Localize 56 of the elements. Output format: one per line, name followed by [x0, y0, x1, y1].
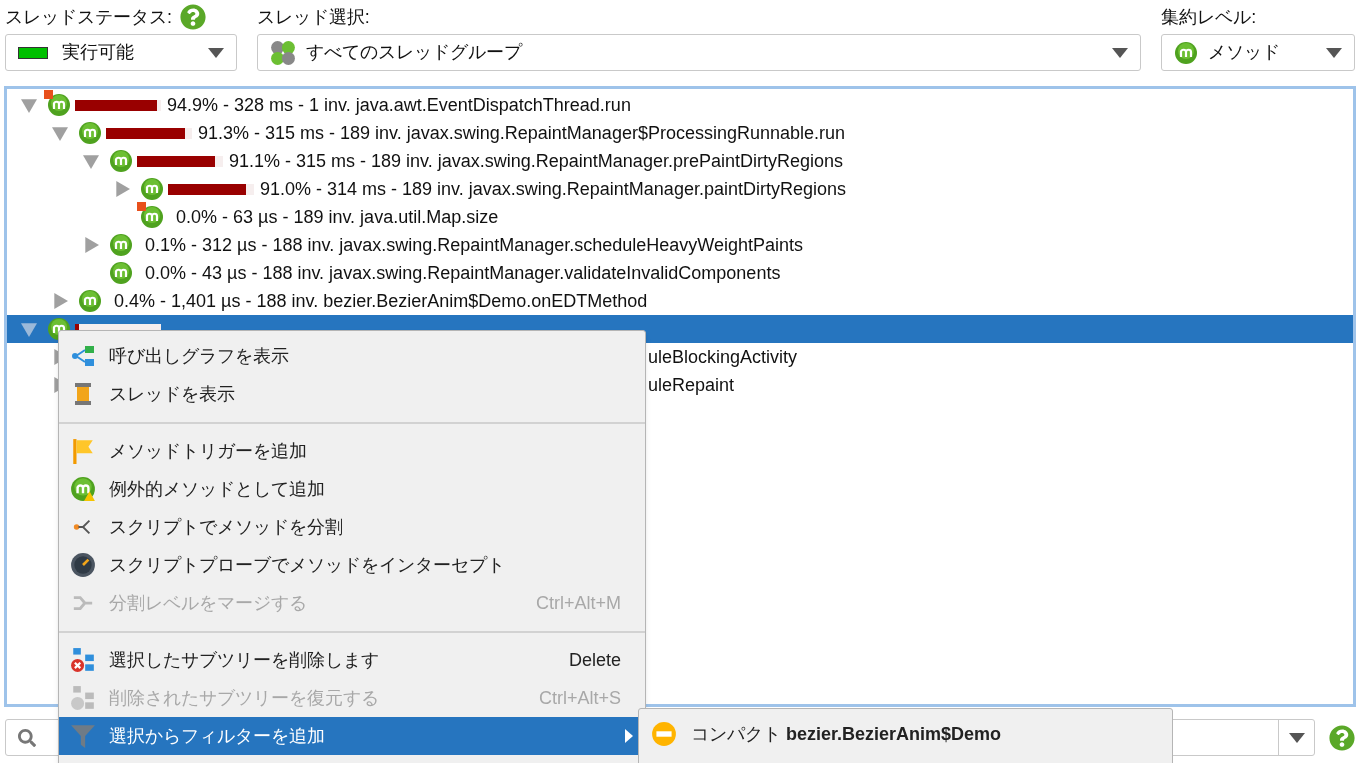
method-icon: [109, 149, 133, 173]
method-icon: [47, 93, 71, 117]
compact-icon: [651, 721, 677, 747]
collapse-arrow-icon[interactable]: [83, 153, 99, 169]
method-icon: [1174, 40, 1199, 65]
tree-row-text[interactable]: uleBlockingActivity: [648, 343, 798, 371]
help-icon[interactable]: [1329, 724, 1355, 751]
method-icon: [109, 233, 133, 257]
collapse-arrow-icon[interactable]: [21, 97, 37, 113]
menu-item[interactable]: スクリプトプローブでメソッドをインターセプト: [59, 546, 645, 584]
aggregation-level-dropdown[interactable]: メソッド: [1161, 34, 1355, 71]
expand-arrow-icon[interactable]: [52, 293, 68, 309]
caret-icon: [1288, 732, 1305, 743]
thread-status-dropdown[interactable]: 実行可能: [5, 34, 237, 71]
method-icon: [109, 261, 133, 285]
flag-icon: [70, 438, 96, 464]
method-icon: [78, 121, 102, 145]
restore-subtree-icon: [70, 685, 96, 711]
menu-item[interactable]: 呼び出しグラフを表示: [59, 337, 645, 375]
help-icon[interactable]: [180, 4, 206, 30]
thread-group-icon: [269, 39, 296, 66]
thread-selection-dropdown[interactable]: すべてのスレッドグループ: [256, 34, 1142, 71]
field-label: スレッドステータス:: [5, 5, 172, 29]
expand-arrow-icon[interactable]: [83, 237, 99, 253]
menu-item[interactable]: 例外的メソッドとして追加: [59, 470, 645, 508]
submenu-arrow-icon: [625, 729, 633, 743]
tree-row-text[interactable]: uleRepaint: [648, 371, 735, 399]
method-icon: [140, 205, 164, 229]
tree-row-text[interactable]: 0.0% - 43 µs - 188 inv. javax.swing.RepaintManager.validateInvalidComponents: [145, 259, 781, 287]
menu-item[interactable]: スレッドを表示: [59, 375, 645, 413]
method-icon: [78, 289, 102, 313]
delete-subtree-icon: [70, 647, 96, 673]
expand-arrow-icon[interactable]: [114, 181, 130, 197]
method-warning-icon: [70, 476, 96, 502]
tree-row-text[interactable]: 91.3% - 315 ms - 189 inv. javax.swing.RepaintManager$ProcessingRunnable.run: [198, 119, 846, 147]
menu-item[interactable]: メソッドトリガーを追加: [59, 432, 645, 470]
graph-icon: [70, 344, 96, 368]
search-icon: [18, 728, 36, 747]
tree-row-text[interactable]: 0.1% - 312 µs - 188 inv. javax.swing.RepaintManager.scheduleHeavyWeightPaints: [145, 231, 804, 259]
tree-row-text[interactable]: 0.4% - 1,401 µs - 188 inv. bezier.BezierAnim$Demo.onEDTMethod: [114, 287, 648, 315]
caret-icon: [1326, 47, 1342, 58]
method-icon: [140, 177, 164, 201]
field-label: 集約レベル:: [1161, 5, 1257, 29]
filter-icon: [70, 723, 96, 749]
field-label: スレッド選択:: [256, 5, 370, 29]
tree-row-text[interactable]: 0.0% - 63 µs - 189 inv. java.util.Map.size: [176, 203, 499, 231]
tree-row-text[interactable]: 91.1% - 315 ms - 189 inv. javax.swing.RepaintManager.prePaintDirtyRegions: [229, 147, 843, 175]
tree-row-text[interactable]: 94.9% - 328 ms - 1 inv. java.awt.EventDispatchThread.run: [167, 91, 631, 119]
caret-icon: [1112, 47, 1129, 58]
menu-item[interactable]: 選択したサブツリーを削除します Delete: [59, 641, 645, 679]
collapse-arrow-icon[interactable]: [21, 321, 37, 337]
collapse-arrow-icon[interactable]: [52, 125, 68, 141]
menu-item[interactable]: スクリプトでメソッドを分割: [59, 508, 645, 546]
gauge-icon: [70, 552, 96, 578]
caret-icon: [207, 47, 224, 58]
tree-row-text[interactable]: 91.0% - 314 ms - 189 inv. javax.swing.RepaintManager.paintDirtyRegions: [260, 175, 846, 203]
